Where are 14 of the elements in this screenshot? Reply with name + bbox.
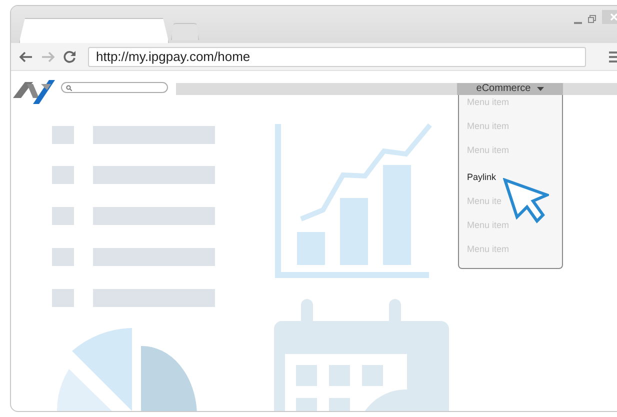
reload-icon[interactable] bbox=[63, 50, 76, 63]
search-icon bbox=[66, 84, 72, 90]
menu-item[interactable]: Paylink bbox=[459, 171, 562, 195]
ecommerce-menu-button[interactable]: eCommerce bbox=[457, 83, 563, 95]
caret-icon bbox=[536, 87, 544, 91]
chart-bar bbox=[297, 232, 325, 265]
back-arrow-icon[interactable] bbox=[19, 50, 33, 62]
browser-tab[interactable] bbox=[19, 18, 169, 43]
close-icon[interactable] bbox=[610, 12, 617, 20]
chart-bar bbox=[340, 198, 368, 265]
logo-icon bbox=[13, 78, 55, 105]
address-bar[interactable]: http://my.ipgpay.com/home bbox=[88, 46, 586, 66]
search-field[interactable] bbox=[61, 82, 168, 93]
restore-icon[interactable] bbox=[588, 15, 596, 23]
